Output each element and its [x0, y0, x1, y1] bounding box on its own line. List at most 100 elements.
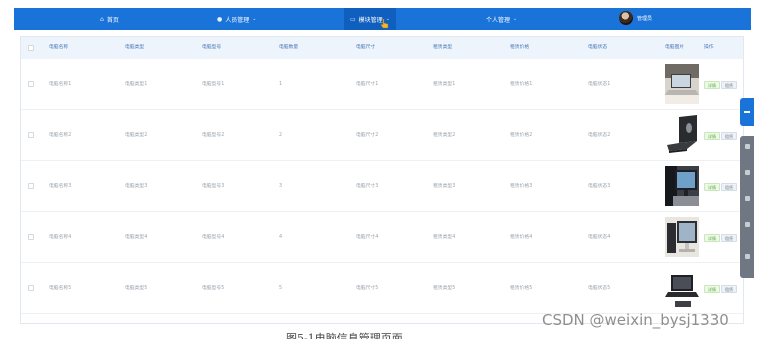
select-all-checkbox[interactable]: [28, 45, 34, 51]
detail-button[interactable]: 详情: [704, 234, 720, 242]
cell-name: 电脑名称5: [49, 286, 72, 291]
cell-price: 租赁价格5: [510, 286, 533, 291]
csdn-watermark: CSDN @weixin_bysj1330: [542, 311, 729, 329]
column-header: 租赁类型: [433, 45, 453, 50]
cell-price: 租赁价格1: [510, 82, 533, 87]
detail-button[interactable]: 详情: [704, 132, 720, 140]
cell-quantity: 3: [279, 184, 283, 189]
nav-personal[interactable]: 个人管理 ⌄: [486, 8, 517, 30]
detail-button[interactable]: 详情: [704, 81, 720, 89]
column-header: 电脑数量: [279, 45, 299, 50]
rent-button[interactable]: 租赁: [721, 285, 737, 293]
cell-rent-type: 租赁类型4: [433, 235, 456, 240]
cell-quantity: 2: [279, 133, 283, 138]
rent-button[interactable]: 租赁: [721, 234, 737, 242]
computer-thumbnail: [665, 166, 699, 206]
column-header: 租赁价格: [510, 45, 530, 50]
cell-type: 电脑类型4: [125, 235, 148, 240]
cell-rent-type: 租赁类型1: [433, 82, 456, 87]
cell-name: 电脑名称2: [49, 133, 72, 138]
figure-caption: 图5-1电脑信息管理页面: [286, 332, 403, 339]
cell-size: 电脑尺寸4: [356, 235, 379, 240]
toolbar-icon[interactable]: [745, 222, 750, 227]
cell-name: 电脑名称4: [49, 235, 72, 240]
cell-rent-type: 租赁类型3: [433, 184, 456, 189]
cell-status: 电脑状态3: [588, 184, 611, 189]
table-row: 电脑名称3 电脑类型3 电脑型号3 3 电脑尺寸3 租赁类型3 租赁价格3 电脑…: [21, 161, 743, 212]
cell-size: 电脑尺寸2: [356, 133, 379, 138]
computer-table: 电脑名称 电脑类型 电脑型号 电脑数量 电脑尺寸 租赁类型 租赁价格 电脑状态 …: [20, 36, 744, 324]
nav-staff[interactable]: ● 人员管理 ⌄: [217, 8, 256, 30]
computer-thumbnail: [665, 64, 699, 104]
rent-button[interactable]: 租赁: [721, 81, 737, 89]
cell-model: 电脑型号1: [202, 82, 225, 87]
nav-home[interactable]: ⌂ 首页: [100, 8, 119, 30]
column-header: 电脑类型: [125, 45, 145, 50]
cell-rent-type: 租赁类型5: [433, 286, 456, 291]
chevron-down-icon: ⌄: [252, 16, 257, 22]
table-row: 电脑名称1 电脑类型1 电脑型号1 1 电脑尺寸1 租赁类型1 租赁价格1 电脑…: [21, 59, 743, 110]
column-header: 操作: [704, 45, 714, 50]
table-row: 电脑名称2 电脑类型2 电脑型号2 2 电脑尺寸2 租赁类型2 租赁价格2 电脑…: [21, 110, 743, 161]
cell-type: 电脑类型3: [125, 184, 148, 189]
table-row: 电脑名称4 电脑类型4 电脑型号4 4 电脑尺寸4 租赁类型4 租赁价格4 电脑…: [21, 212, 743, 263]
user-icon: ●: [217, 15, 223, 23]
avatar: [619, 11, 633, 25]
cell-type: 电脑类型2: [125, 133, 148, 138]
module-icon: ▭: [350, 15, 356, 23]
cell-rent-type: 租赁类型2: [433, 133, 456, 138]
cell-price: 租赁价格3: [510, 184, 533, 189]
toolbar-icon[interactable]: [745, 254, 750, 259]
cell-status: 电脑状态1: [588, 82, 611, 87]
cell-model: 电脑型号2: [202, 133, 225, 138]
column-header: 电脑尺寸: [356, 45, 376, 50]
user-menu[interactable]: 管理员: [619, 11, 652, 25]
cell-status: 电脑状态2: [588, 133, 611, 138]
nav-home-label: 首页: [106, 16, 119, 24]
toolbar-icon[interactable]: [745, 144, 750, 149]
detail-button[interactable]: 详情: [704, 285, 720, 293]
row-checkbox[interactable]: [28, 81, 34, 87]
cell-quantity: 4: [279, 235, 283, 240]
table-header: 电脑名称 电脑类型 电脑型号 电脑数量 电脑尺寸 租赁类型 租赁价格 电脑状态 …: [21, 37, 743, 59]
rent-button[interactable]: 租赁: [721, 183, 737, 191]
rent-button[interactable]: 租赁: [721, 132, 737, 140]
cell-quantity: 1: [279, 82, 283, 87]
cell-model: 电脑型号5: [202, 286, 225, 291]
cell-type: 电脑类型1: [125, 82, 148, 87]
cell-model: 电脑型号4: [202, 235, 225, 240]
detail-button[interactable]: 详情: [704, 183, 720, 191]
side-float-button[interactable]: [740, 98, 754, 126]
home-icon: ⌂: [100, 15, 104, 23]
computer-thumbnail: [665, 217, 699, 257]
column-header: 电脑状态: [588, 45, 608, 50]
cell-size: 电脑尺寸5: [356, 286, 379, 291]
nav-personal-label: 个人管理: [486, 16, 511, 24]
row-checkbox[interactable]: [28, 285, 34, 291]
toolbar-icon[interactable]: [745, 170, 750, 175]
row-checkbox[interactable]: [28, 183, 34, 189]
cell-size: 电脑尺寸3: [356, 184, 379, 189]
computer-thumbnail: [665, 115, 699, 155]
column-header: 电脑图片: [665, 45, 685, 50]
cell-type: 电脑类型5: [125, 286, 148, 291]
row-checkbox[interactable]: [28, 234, 34, 240]
cell-price: 租赁价格4: [510, 235, 533, 240]
nav-staff-label: 人员管理: [225, 16, 250, 24]
user-name: 管理员: [637, 15, 653, 22]
column-header: 电脑名称: [49, 45, 69, 50]
cell-model: 电脑型号3: [202, 184, 225, 189]
pointer-hand-icon: [381, 19, 389, 29]
cell-name: 电脑名称3: [49, 184, 72, 189]
toolbar-icon[interactable]: [745, 196, 750, 201]
cell-status: 电脑状态5: [588, 286, 611, 291]
cell-quantity: 5: [279, 286, 283, 291]
screenshot-frame: ⌂ 首页 ● 人员管理 ⌄ ▭ 模块管理 ⌄ 个人管理 ⌄ 管理员 电脑名称 电…: [0, 0, 774, 339]
cell-name: 电脑名称1: [49, 82, 72, 87]
nav-module-label: 模块管理: [358, 16, 383, 24]
cell-price: 租赁价格2: [510, 133, 533, 138]
row-checkbox[interactable]: [28, 132, 34, 138]
computer-thumbnail: [665, 271, 699, 311]
chevron-down-icon: ⌄: [513, 16, 518, 22]
cell-size: 电脑尺寸1: [356, 82, 379, 87]
